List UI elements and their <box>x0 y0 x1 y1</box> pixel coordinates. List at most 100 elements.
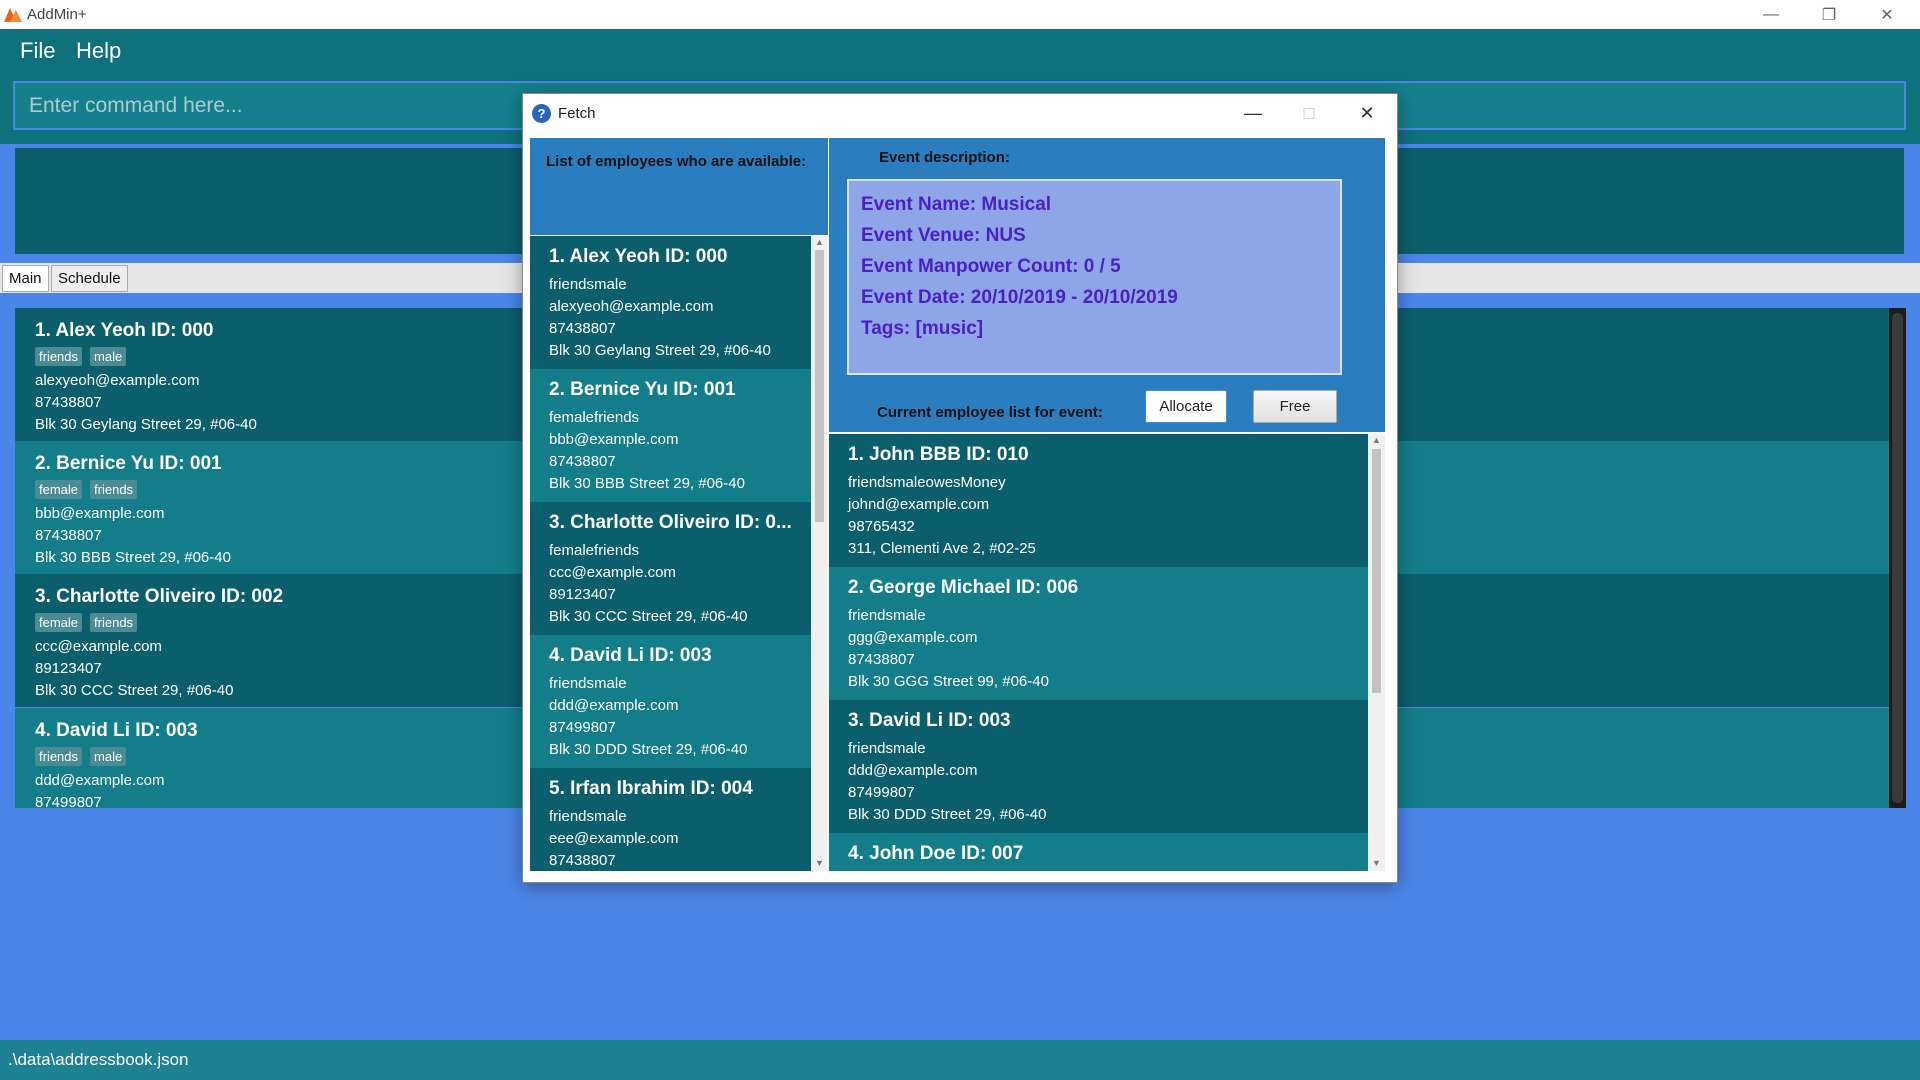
employee-tags: friendsmale <box>549 675 627 692</box>
employee-tags: friendsmale <box>848 740 926 757</box>
fetch-dialog: ? Fetch — □ ✕ List of employees who are … <box>522 93 1398 883</box>
scrollbar-thumb[interactable] <box>1372 449 1381 693</box>
event-venue: Event Venue: NUS <box>861 225 1026 246</box>
event-panel: Event description: Event Name: Musical E… <box>829 138 1385 432</box>
minimize-icon[interactable]: — <box>1742 0 1800 29</box>
employee-phone: 87438807 <box>848 651 915 668</box>
employee-phone: 98765432 <box>848 518 915 535</box>
allocated-employee-list: 1. John BBB ID: 010 friendsmaleowesMoney… <box>829 434 1368 871</box>
employee-email: ddd@example.com <box>549 697 679 714</box>
tag-badge: friends <box>35 747 83 766</box>
tab-main[interactable]: Main <box>2 265 49 292</box>
scroll-up-icon[interactable]: ▲ <box>1371 435 1382 445</box>
event-name: Event Name: Musical <box>861 194 1052 215</box>
available-list-scrollbar[interactable]: ▲ ▼ <box>811 236 828 871</box>
menu-file[interactable]: File <box>20 38 55 64</box>
available-employee-card[interactable]: 2. Bernice Yu ID: 001 femalefriends bbb@… <box>530 369 811 502</box>
employee-address: Blk 30 Geylang Street 29, #06-40 <box>549 342 771 359</box>
fetch-dialog-title: Fetch <box>558 105 596 122</box>
menu-bar: File Help <box>0 29 1920 72</box>
employee-name: 4. John Doe ID: 007 <box>848 843 1024 864</box>
tag-badge: female <box>35 613 83 632</box>
maximize-icon: □ <box>1303 102 1315 123</box>
employee-email: alexyeoh@example.com <box>549 298 714 315</box>
close-icon[interactable]: ✕ <box>1858 0 1916 29</box>
employee-address: Blk 30 GGG Street 99, #06-40 <box>848 673 1049 690</box>
question-icon: ? <box>532 104 551 123</box>
employee-name: 3. David Li ID: 003 <box>848 710 1011 731</box>
app-logo-icon <box>4 8 22 22</box>
employee-address: Blk 30 DDD Street 29, #06-40 <box>848 806 1047 823</box>
scroll-down-icon[interactable]: ▼ <box>814 858 825 868</box>
allocated-employee-card[interactable]: 1. John BBB ID: 010 friendsmaleowesMoney… <box>829 434 1368 567</box>
employee-name: 3. Charlotte Oliveiro ID: 0... <box>549 512 792 533</box>
employee-address: Blk 30 DDD Street 29, #06-40 <box>549 741 748 758</box>
employee-tags: friendsmale <box>549 276 627 293</box>
current-employee-list-label: Current employee list for event: <box>877 404 1103 421</box>
fetch-dialog-title-bar: ? Fetch — □ ✕ <box>523 94 1397 132</box>
employee-tags: friendsmaleowesMoney <box>848 474 1006 491</box>
scrollbar-thumb[interactable] <box>815 250 824 522</box>
scrollbar-thumb[interactable] <box>1892 313 1903 803</box>
employee-name: 2. Bernice Yu ID: 001 <box>549 379 736 400</box>
tag-badge: friends <box>90 480 138 499</box>
employee-name: 1. Alex Yeoh ID: 000 <box>549 246 728 267</box>
event-description-box: Event Name: Musical Event Venue: NUS Eve… <box>847 179 1342 375</box>
employee-name: 5. Irfan Ibrahim ID: 004 <box>549 778 753 799</box>
employee-address: Blk 30 CCC Street 29, #06-40 <box>549 608 748 625</box>
employee-phone: 87438807 <box>549 453 616 470</box>
menu-help[interactable]: Help <box>76 38 121 64</box>
restore-icon[interactable]: ❐ <box>1800 0 1858 29</box>
employee-name: 4. David Li ID: 003 <box>549 645 712 666</box>
available-employee-list: 1. Alex Yeoh ID: 000 friendsmale alexyeo… <box>530 236 811 871</box>
tag-badge: male <box>90 347 127 366</box>
employee-tags: friendsmale <box>549 808 627 825</box>
allocated-employee-card[interactable]: 3. David Li ID: 003 friendsmale ddd@exam… <box>829 700 1368 833</box>
employee-email: ddd@example.com <box>848 762 978 779</box>
free-button[interactable]: Free <box>1253 390 1337 423</box>
employee-tags: femalefriends <box>549 409 640 426</box>
available-employee-card[interactable]: 5. Irfan Ibrahim ID: 004 friendsmale eee… <box>530 768 811 871</box>
status-bar-path: .\data\addressbook.json <box>0 1040 1920 1080</box>
employee-email: johnd@example.com <box>848 496 990 513</box>
employee-tags: femalefriends <box>549 542 640 559</box>
allocated-list-scrollbar[interactable]: ▲ ▼ <box>1368 434 1385 871</box>
allocated-employee-card[interactable]: 4. John Doe ID: 007 <box>829 833 1368 871</box>
employee-address: Blk 30 BBB Street 29, #06-40 <box>549 475 745 492</box>
employee-tags: friendsmale <box>848 607 926 624</box>
tag-badge: male <box>90 747 127 766</box>
allocated-employee-card[interactable]: 2. George Michael ID: 006 friendsmale gg… <box>829 567 1368 700</box>
allocate-button[interactable]: Allocate <box>1145 390 1227 423</box>
employee-name: 1. John BBB ID: 010 <box>848 444 1029 465</box>
event-tags: Tags: [music] <box>861 318 984 339</box>
scroll-down-icon[interactable]: ▼ <box>1371 858 1382 868</box>
employee-email: eee@example.com <box>549 830 679 847</box>
employee-phone: 87438807 <box>549 320 616 337</box>
tag-badge: friends <box>90 613 138 632</box>
window-title-bar: AddMin+ — ❐ ✕ <box>0 0 1920 29</box>
available-employee-card[interactable]: 1. Alex Yeoh ID: 000 friendsmale alexyeo… <box>530 236 811 369</box>
person-list-scrollbar[interactable] <box>1889 308 1906 808</box>
close-icon[interactable]: ✕ <box>1339 94 1395 132</box>
employee-phone: 89123407 <box>549 586 616 603</box>
window-title: AddMin+ <box>27 6 87 23</box>
employee-email: bbb@example.com <box>549 431 679 448</box>
tab-schedule[interactable]: Schedule <box>51 265 128 292</box>
available-employee-card[interactable]: 4. David Li ID: 003 friendsmale ddd@exam… <box>530 635 811 768</box>
employee-phone: 87499807 <box>848 784 915 801</box>
employee-email: ccc@example.com <box>549 564 676 581</box>
tag-badge: friends <box>35 347 83 366</box>
employee-email: ggg@example.com <box>848 629 978 646</box>
event-date: Event Date: 20/10/2019 - 20/10/2019 <box>861 287 1178 308</box>
employee-name: 2. George Michael ID: 006 <box>848 577 1079 598</box>
scroll-up-icon[interactable]: ▲ <box>814 237 825 247</box>
employee-phone: 87499807 <box>549 719 616 736</box>
available-employee-card[interactable]: 3. Charlotte Oliveiro ID: 0... femalefri… <box>530 502 811 635</box>
minimize-icon[interactable]: — <box>1225 94 1281 132</box>
employee-phone: 87438807 <box>549 852 616 869</box>
available-employees-label: List of employees who are available: <box>530 138 828 235</box>
event-manpower: Event Manpower Count: 0 / 5 <box>861 256 1121 277</box>
event-description-label: Event description: <box>879 149 1010 166</box>
employee-address: 311, Clementi Ave 2, #02-25 <box>848 540 1036 557</box>
tag-badge: female <box>35 480 83 499</box>
